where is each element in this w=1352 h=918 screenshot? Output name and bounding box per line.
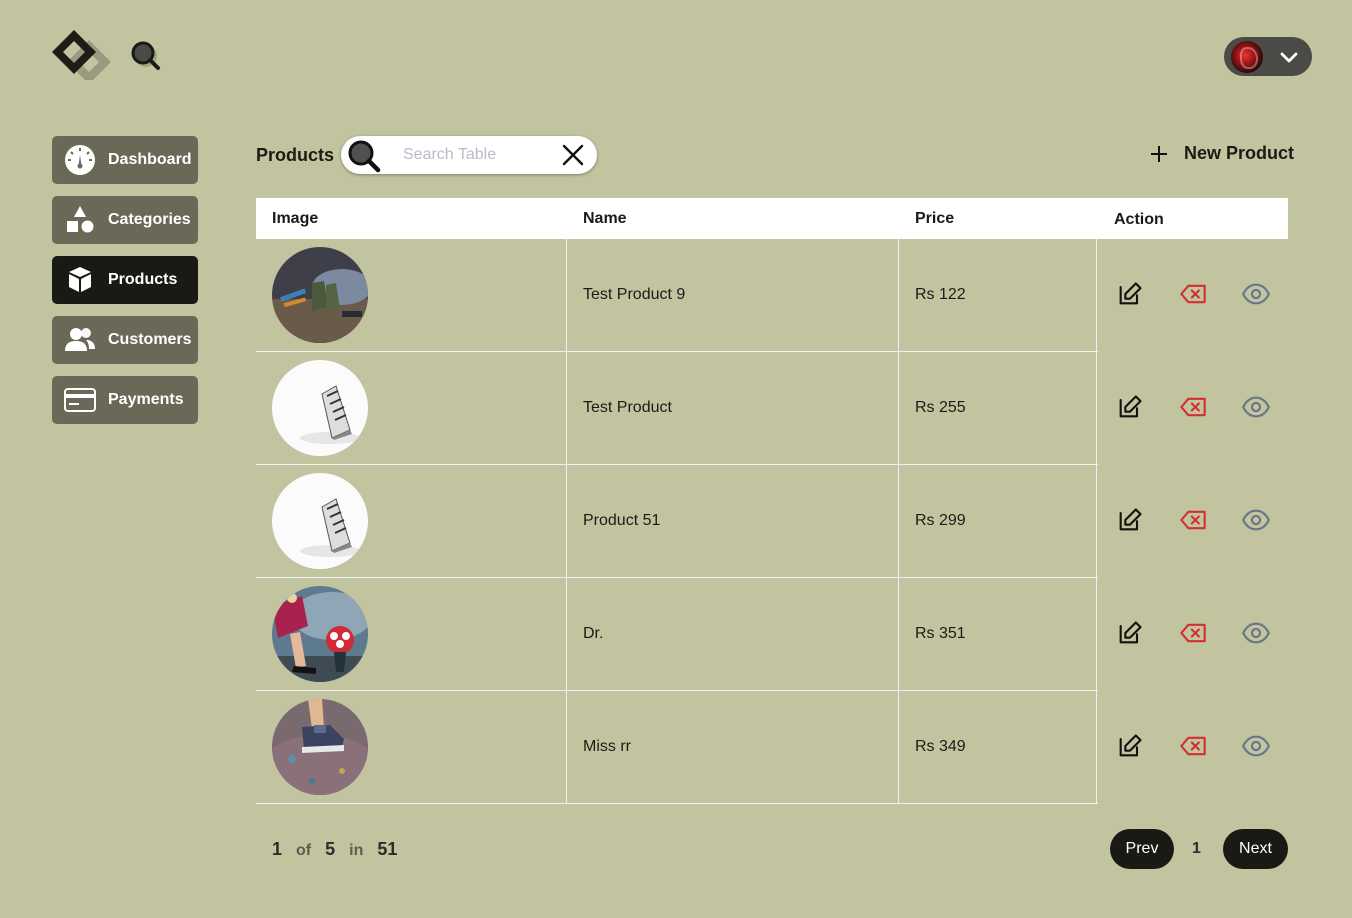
next-button[interactable]: Next <box>1223 829 1288 869</box>
product-price: Rs 299 <box>899 465 1097 577</box>
edit-action-icon[interactable] <box>1116 506 1144 534</box>
page-title: Products <box>256 145 335 165</box>
shapes-icon <box>64 204 96 236</box>
credit-card-icon <box>64 384 96 416</box>
sidebar-item-products[interactable]: Products <box>52 256 198 304</box>
edit-action-icon[interactable] <box>1116 732 1144 760</box>
delete-action-icon[interactable] <box>1179 393 1207 421</box>
total-items: 51 <box>377 839 398 859</box>
box-icon <box>64 264 96 296</box>
delete-action-icon[interactable] <box>1179 280 1207 308</box>
speedometer-icon <box>64 144 96 176</box>
pagination-info: 1 of 5 in 51 <box>272 839 397 860</box>
product-image <box>272 699 368 795</box>
table-row: Miss rr Rs 349 <box>256 691 1098 804</box>
search-icon[interactable] <box>126 38 170 74</box>
sidebar-item-payments[interactable]: Payments <box>52 376 198 424</box>
product-price: Rs 351 <box>899 578 1097 690</box>
edit-action-icon[interactable] <box>1116 619 1144 647</box>
total-pages: 5 <box>325 839 336 859</box>
product-image <box>272 247 368 343</box>
view-action-icon[interactable] <box>1241 280 1271 308</box>
in-label: in <box>349 842 364 859</box>
sidebar-item-label: Dashboard <box>108 151 192 168</box>
new-product-label: New Product <box>1184 143 1295 163</box>
view-action-icon[interactable] <box>1241 506 1271 534</box>
sidebar-item-customers[interactable]: Customers <box>52 316 198 364</box>
table-header: Image Name Price Action <box>256 198 1288 239</box>
sidebar-item-label: Products <box>108 271 178 288</box>
plus-icon <box>1151 145 1167 162</box>
product-name: Miss rr <box>567 691 899 803</box>
column-header-image: Image <box>272 210 319 227</box>
current-page: 1 <box>272 839 283 859</box>
search-icon <box>348 140 381 173</box>
view-action-icon[interactable] <box>1241 732 1271 760</box>
user-menu[interactable] <box>1224 37 1312 76</box>
product-price: Rs 255 <box>899 352 1097 464</box>
delete-action-icon[interactable] <box>1179 619 1207 647</box>
sidebar-item-label: Payments <box>108 391 184 408</box>
edit-action-icon[interactable] <box>1116 280 1144 308</box>
product-image <box>272 586 368 682</box>
view-action-icon[interactable] <box>1241 393 1271 421</box>
product-name: Test Product 9 <box>567 239 899 351</box>
avatar <box>1231 40 1263 73</box>
delete-action-icon[interactable] <box>1179 732 1207 760</box>
sidebar-item-categories[interactable]: Categories <box>52 196 198 244</box>
app-logo-icon[interactable] <box>50 28 112 84</box>
view-action-icon[interactable] <box>1241 619 1271 647</box>
sidebar-item-label: Customers <box>108 331 192 348</box>
product-name: Test Product <box>567 352 899 464</box>
column-header-name: Name <box>583 210 627 227</box>
column-header-price: Price <box>915 210 955 227</box>
product-image <box>272 360 368 456</box>
chevron-down-icon <box>1280 52 1298 62</box>
sidebar-item-label: Categories <box>108 211 191 228</box>
new-product-button[interactable]: New Product <box>1150 143 1294 164</box>
prev-button[interactable]: Prev <box>1110 829 1174 869</box>
edit-action-icon[interactable] <box>1116 393 1144 421</box>
product-price: Rs 349 <box>899 691 1097 803</box>
search-input[interactable] <box>403 144 553 166</box>
table-row: Test Product 9 Rs 122 <box>256 239 1098 352</box>
product-name: Product 51 <box>567 465 899 577</box>
table-row: Product 51 Rs 299 <box>256 465 1098 578</box>
close-icon[interactable] <box>562 144 584 166</box>
table-search[interactable] <box>341 136 597 174</box>
table-row: Test Product Rs 255 <box>256 352 1098 465</box>
table-row: Dr. Rs 351 <box>256 578 1098 691</box>
product-name: Dr. <box>567 578 899 690</box>
users-icon <box>64 324 96 356</box>
column-header-action: Action <box>1114 211 1164 228</box>
product-image <box>272 473 368 569</box>
of-label: of <box>296 842 312 859</box>
delete-action-icon[interactable] <box>1179 506 1207 534</box>
product-price: Rs 122 <box>899 239 1097 351</box>
sidebar-item-dashboard[interactable]: Dashboard <box>52 136 198 184</box>
page-number[interactable]: 1 <box>1192 840 1201 858</box>
